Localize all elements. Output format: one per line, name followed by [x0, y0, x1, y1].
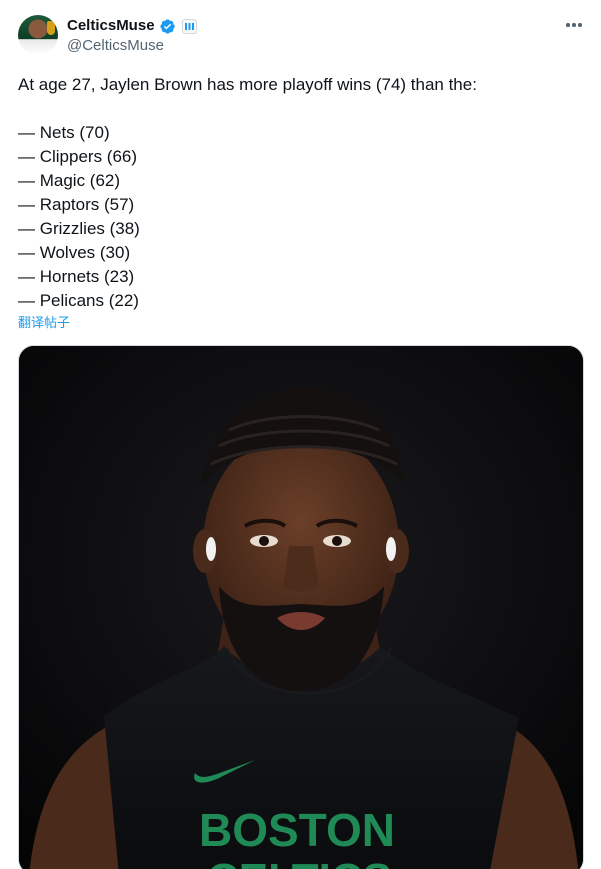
- tweet-text: At age 27, Jaylen Brown has more playoff…: [18, 73, 583, 313]
- list-item: — Nets (70): [18, 123, 110, 142]
- list-item: — Hornets (23): [18, 267, 135, 286]
- author-name-row: CelticsMuse: [67, 16, 197, 36]
- affiliate-label-icon[interactable]: [181, 18, 197, 34]
- author-display-name[interactable]: CelticsMuse: [67, 16, 155, 36]
- author-avatar[interactable]: [18, 15, 58, 55]
- more-options-icon-dot: [578, 23, 582, 27]
- post-image[interactable]: BOSTON CELTICS: [18, 345, 584, 869]
- more-options-icon: [566, 23, 570, 27]
- list-item: — Clippers (66): [18, 147, 138, 166]
- list-item: — Grizzlies (38): [18, 219, 140, 238]
- tweet-intro: At age 27, Jaylen Brown has more playoff…: [18, 75, 477, 94]
- jersey-text-boston: BOSTON: [199, 804, 395, 856]
- list-item: — Wolves (30): [18, 243, 131, 262]
- jersey-text-celtics: CELTICS: [207, 855, 392, 869]
- trophy-icon: [47, 21, 55, 35]
- tweet-card: CelticsMuse @CelticsMuse At age 27, Jayl…: [0, 0, 601, 869]
- more-options-button[interactable]: [562, 15, 586, 35]
- list-item: — Magic (62): [18, 171, 121, 190]
- list-item: — Raptors (57): [18, 195, 135, 214]
- verified-badge-icon: [159, 18, 175, 34]
- translate-post-link[interactable]: 翻译帖子: [18, 314, 70, 332]
- list-item: — Pelicans (22): [18, 291, 139, 310]
- more-options-icon-dot: [572, 23, 576, 27]
- author-handle[interactable]: @CelticsMuse: [67, 37, 164, 55]
- player-photo: BOSTON CELTICS: [19, 346, 583, 869]
